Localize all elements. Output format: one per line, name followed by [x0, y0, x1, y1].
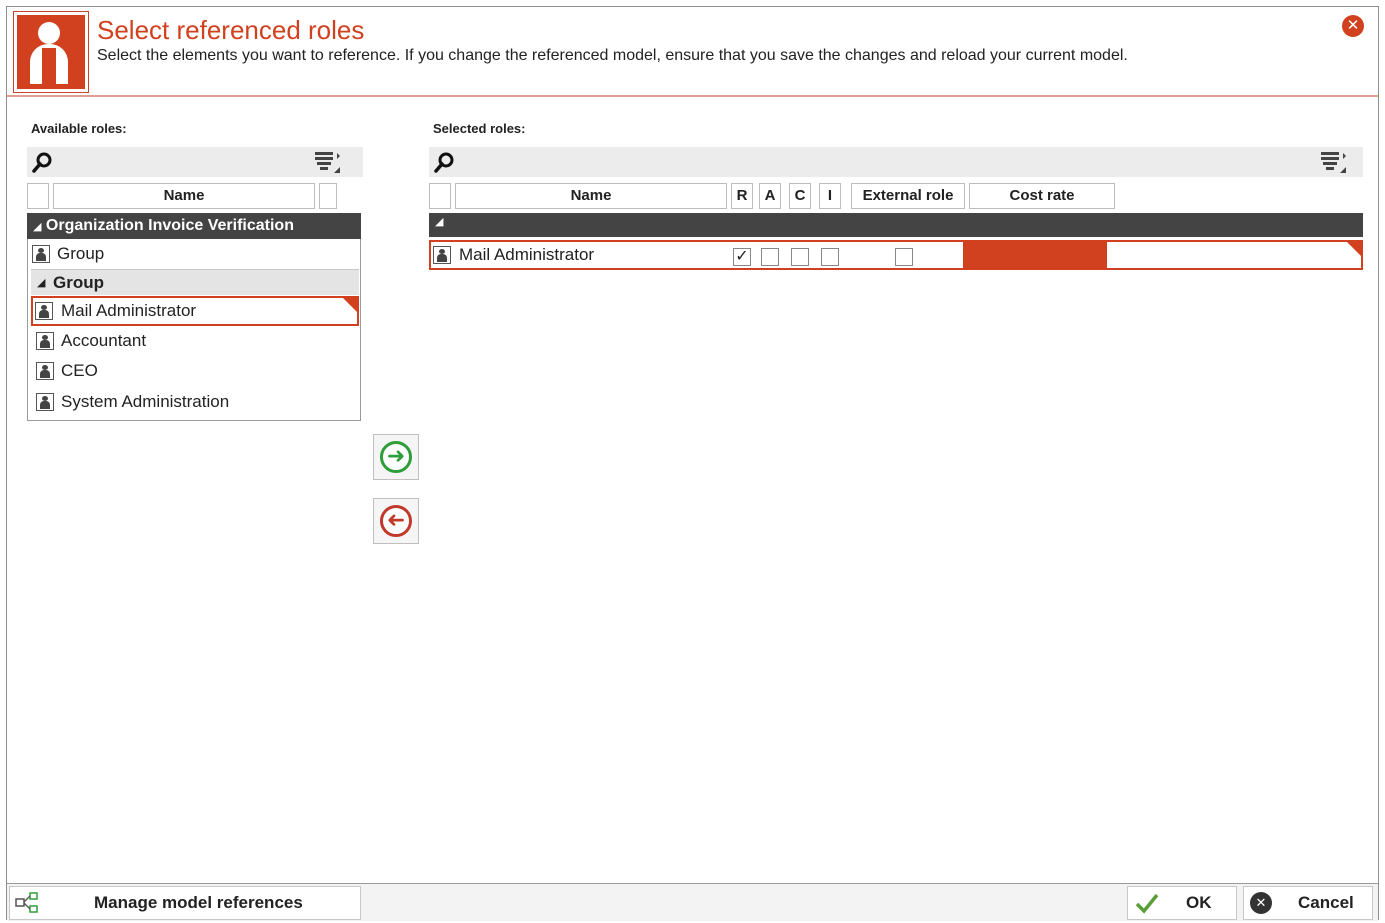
ok-button[interactable]: OK — [1127, 886, 1237, 920]
tree-group-label: Organization Invoice Verification — [45, 217, 294, 234]
i-column-header[interactable]: I — [819, 183, 841, 209]
tree-group-organization[interactable]: ◢ Organization Invoice Verification — [27, 213, 361, 239]
search-icon[interactable] — [433, 150, 457, 174]
role-large-icon — [13, 11, 89, 93]
group-icon — [32, 245, 50, 263]
cancel-label: Cancel — [1298, 893, 1354, 912]
subgroup-label: Group — [53, 273, 104, 292]
role-icon — [433, 246, 451, 264]
selected-search-bar[interactable] — [429, 147, 1363, 177]
manage-model-references-button[interactable]: Manage model references — [9, 886, 361, 920]
extra-column-header[interactable] — [319, 183, 337, 209]
cancel-icon: ✕ — [1250, 892, 1272, 914]
select-referenced-roles-dialog: Select referenced roles Select the eleme… — [6, 6, 1379, 921]
tree-item-mail-administrator[interactable]: Mail Administrator — [31, 296, 359, 326]
search-icon[interactable] — [31, 150, 55, 174]
tree-item-label: Mail Administrator — [61, 301, 197, 320]
c-column-header[interactable]: C — [789, 183, 811, 209]
external-role-column-header[interactable]: External role — [851, 183, 965, 209]
selected-row-mail-administrator[interactable]: Mail Administrator ✓ 70 — [429, 240, 1363, 270]
selected-role-name: Mail Administrator — [459, 245, 595, 264]
dialog-subtitle: Select the elements you want to referenc… — [97, 47, 1128, 64]
selection-corner-marker — [1345, 240, 1363, 258]
checkmark-icon — [1135, 893, 1159, 914]
collapse-triangle-icon[interactable]: ◢ — [33, 221, 41, 233]
dialog-header: Select referenced roles Select the eleme… — [7, 7, 1378, 97]
tree-item-group[interactable]: Group — [27, 240, 361, 268]
tree-subgroup[interactable]: ◢ Group — [31, 269, 359, 295]
ok-label: OK — [1186, 893, 1212, 912]
close-icon[interactable]: ✕ — [1342, 15, 1364, 37]
a-column-header[interactable]: A — [759, 183, 781, 209]
name-column-header[interactable]: Name — [53, 183, 315, 209]
dialog-title: Select referenced roles — [97, 15, 365, 45]
available-table-header: Name — [27, 183, 363, 209]
role-icon — [36, 332, 54, 350]
role-icon — [36, 362, 54, 380]
tree-item-label: System Administration — [61, 392, 230, 411]
arrow-left-icon: ➜ — [386, 507, 406, 532]
cost-rate-column-header[interactable]: Cost rate — [969, 183, 1115, 209]
model-references-icon — [15, 892, 38, 913]
cost-rate-field[interactable]: 70 — [963, 242, 1107, 268]
column-filter-icon[interactable] — [1319, 149, 1349, 175]
selected-roles-label: Selected roles: — [433, 121, 526, 136]
r-checkbox[interactable]: ✓ — [733, 248, 751, 266]
tree-item-ceo[interactable]: CEO — [31, 357, 359, 385]
cancel-button[interactable]: ✕ Cancel — [1243, 886, 1373, 920]
available-search-bar[interactable] — [27, 147, 363, 177]
column-filter-icon[interactable] — [313, 149, 343, 175]
r-column-header[interactable]: R — [731, 183, 753, 209]
collapse-triangle-icon[interactable]: ◢ — [435, 215, 443, 228]
tree-item-accountant[interactable]: Accountant — [31, 327, 359, 355]
selected-table-header: Name R A C I External role Cost rate — [429, 183, 1363, 209]
tree-item-label: Accountant — [61, 331, 147, 350]
remove-role-button[interactable]: ➜ — [373, 498, 419, 544]
tree-item-system-administration[interactable]: System Administration — [31, 388, 359, 416]
tree-item-label: CEO — [61, 361, 98, 380]
tree-item-label: Group — [57, 244, 105, 263]
role-icon — [35, 302, 53, 320]
i-checkbox[interactable] — [821, 248, 839, 266]
arrow-right-icon: ➜ — [386, 443, 406, 468]
add-role-button[interactable]: ➜ — [373, 434, 419, 480]
collapse-triangle-icon[interactable]: ◢ — [37, 270, 45, 296]
select-column-header[interactable] — [27, 183, 49, 209]
role-icon — [36, 393, 54, 411]
selected-group-row[interactable]: ◢ — [429, 213, 1363, 237]
external-role-checkbox[interactable] — [895, 248, 913, 266]
available-roles-label: Available roles: — [31, 121, 127, 136]
selection-corner-marker — [341, 296, 359, 314]
manage-model-references-label: Manage model references — [94, 893, 303, 912]
a-checkbox[interactable] — [761, 248, 779, 266]
select-column-header[interactable] — [429, 183, 451, 209]
name-column-header[interactable]: Name — [455, 183, 727, 209]
dialog-footer: Manage model references OK ✕ Cancel — [7, 883, 1378, 921]
c-checkbox[interactable] — [791, 248, 809, 266]
